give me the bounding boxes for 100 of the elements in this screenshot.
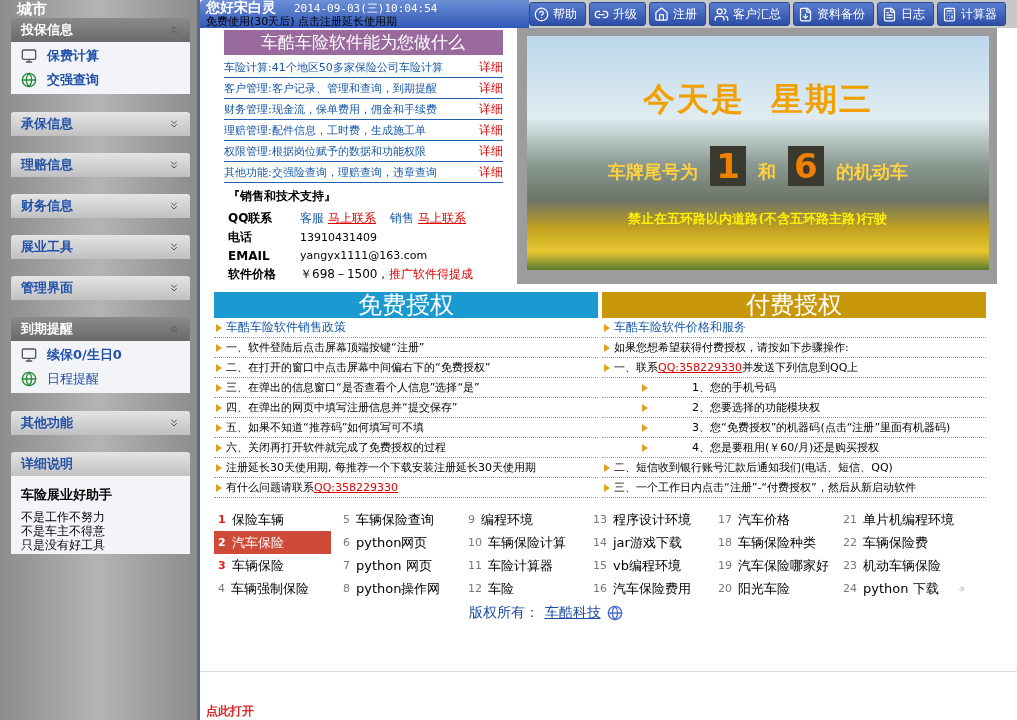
open-link[interactable]: 点此打开 [206, 703, 254, 720]
keyword-link[interactable]: 14 jar游戏下载 [589, 531, 714, 554]
keyword-link[interactable]: 18 车辆保险种类 [714, 531, 839, 554]
sidebar-link[interactable]: 保费计算 [21, 46, 182, 66]
support-value: 13910431409 [300, 230, 377, 244]
feature-link[interactable]: 理赔管理:配件信息，工时费，生成施工单 [224, 121, 426, 140]
keyword-link[interactable]: 20 阳光车险 [714, 577, 839, 600]
group-header[interactable]: 财务信息 [11, 194, 190, 218]
keyword-link[interactable]: 21 单片机编程环境 [839, 508, 964, 531]
toolbar-button[interactable]: 资料备份 [793, 2, 874, 26]
keyword-link[interactable]: 7 python 网页 [339, 554, 464, 577]
users-icon [714, 6, 729, 22]
keyword-link[interactable]: 9 编程环境 [464, 508, 589, 531]
group-header[interactable]: 展业工具 [11, 235, 190, 259]
feature-link[interactable]: 车险计算:41个地区50多家保险公司车险计算 [224, 58, 443, 77]
bullet-icon [604, 343, 610, 352]
details-link[interactable]: 详细 [478, 142, 503, 161]
collapse-icon [168, 24, 180, 36]
keyword-link[interactable]: 23 机动车辆保险 [839, 554, 964, 577]
keyword-link[interactable]: 2 汽车保险 [214, 531, 331, 554]
step-text: 一、软件登陆后点击屏幕顶端按键“注册” [226, 340, 425, 355]
step-text: 三、在弹出的信息窗口“是否查看个人信息”选择“是” [226, 380, 480, 395]
keyword-link[interactable]: 19 汽车保险哪家好 [714, 554, 839, 577]
expand-icon [168, 241, 180, 253]
globe-icon [21, 371, 37, 387]
plate-digit: 1 [710, 146, 746, 186]
toolbar-button[interactable]: 帮助 [529, 2, 586, 26]
keyword-link[interactable]: 24 python 下载 [839, 577, 964, 600]
keyword-link[interactable]: 13 程序设计环境 [589, 508, 714, 531]
policy-link[interactable]: 车酷车险软件销售政策 [226, 319, 346, 336]
banner-text: 的机动车 [835, 160, 908, 184]
banner-text: 车牌尾号为 [608, 160, 699, 184]
home-icon [654, 6, 669, 22]
keyword-link[interactable]: 17 汽车价格 [714, 508, 839, 531]
qq-link[interactable]: QQ:358229330 [658, 361, 742, 374]
details-link[interactable]: 详细 [478, 79, 503, 98]
group-header[interactable]: 详细说明 [11, 452, 190, 476]
price-note: 推广软件得提成 [389, 266, 474, 284]
notes-line: 不是车主不得意 [21, 526, 106, 536]
trial-notice: 免费使用(30天后) 点击注册延长使用期 [206, 16, 399, 28]
keyword-link[interactable]: 5 车辆保险查询 [339, 508, 464, 531]
toolbar-button[interactable]: 日志 [877, 2, 934, 26]
toolbar-button[interactable]: 客户汇总 [709, 2, 790, 26]
keyword-link[interactable]: 6 python网页 [339, 531, 464, 554]
notes-heading: 车险展业好助手 [21, 486, 113, 504]
expand-icon [168, 282, 180, 294]
support-label: QQ联系 [228, 209, 274, 227]
bullet-icon [216, 343, 222, 352]
keyword-link[interactable]: 12 车险 [464, 577, 589, 600]
feature-link[interactable]: 其他功能:交强险查询，理赔查询，违章查询 [224, 163, 437, 182]
bullet-icon [216, 443, 222, 452]
expand-icon [168, 159, 180, 171]
keyword-link[interactable]: 8 python操作网 [339, 577, 464, 600]
bullet-icon [604, 463, 610, 472]
keyword-link[interactable]: 16 汽车保险费用 [589, 577, 714, 600]
details-link[interactable]: 详细 [478, 121, 503, 140]
group-header[interactable]: 到期提醒 [11, 317, 190, 341]
keyword-link[interactable]: 10 车辆保险计算 [464, 531, 589, 554]
policy-link[interactable]: 车酷车险软件价格和服务 [614, 319, 746, 336]
contact-name-link[interactable]: 销售 [390, 209, 414, 227]
group-header[interactable]: 理赔信息 [11, 153, 190, 177]
step-text: 六、关闭再打开软件就完成了免费授权的过程 [226, 440, 446, 455]
group-header[interactable]: 管理界面 [11, 276, 190, 300]
toolbar-button[interactable]: 计算器 [937, 2, 1006, 26]
banner-text: 和 [757, 160, 776, 184]
contact-link[interactable]: 马上联系 [418, 209, 466, 227]
keyword-link[interactable]: 11 车险计算器 [464, 554, 589, 577]
keyword-link[interactable]: 1 保险车辆 [214, 508, 339, 531]
step-text: 一、联系 [614, 360, 658, 375]
sidebar-link[interactable]: 日程提醒 [21, 369, 182, 389]
group-header[interactable]: 投保信息 [11, 18, 190, 42]
sidebar-link[interactable]: 交强查询 [21, 70, 182, 90]
qq-link[interactable]: QQ:358229330 [314, 481, 398, 494]
feature-link[interactable]: 权限管理:根据岗位赋予的数据和功能权限 [224, 142, 426, 161]
section-title: 免费授权 [214, 292, 598, 318]
support-value: yangyx1111@163.com [300, 249, 428, 263]
details-link[interactable]: 详细 [478, 163, 503, 182]
keyword-link[interactable]: 4 车辆强制保险 [214, 577, 339, 600]
backup-icon [798, 6, 813, 22]
keyword-link[interactable]: 15 vb编程环境 [589, 554, 714, 577]
support-title: 『销售和技术支持』 [228, 188, 337, 205]
toolbar-button[interactable]: 注册 [649, 2, 706, 26]
step-text: 有什么问题请联系 [226, 480, 314, 495]
bullet-icon [216, 323, 222, 332]
sidebar-link[interactable]: 续保0/生日0 [21, 345, 182, 365]
details-link[interactable]: 详细 [478, 100, 503, 119]
bullet-icon [216, 383, 222, 392]
keyword-link[interactable]: 3 车辆保险 [214, 554, 339, 577]
toolbar-button[interactable]: 升级 [589, 2, 646, 26]
details-link[interactable]: 详细 [478, 58, 503, 77]
contact-name-link[interactable]: 客服 [300, 209, 324, 227]
company-link[interactable]: 车酷科技 [544, 604, 601, 622]
feature-link[interactable]: 客户管理:客户记录、管理和查询，到期提醒 [224, 79, 437, 98]
contact-link[interactable]: 马上联系 [328, 209, 376, 227]
feature-link[interactable]: 财务管理:现金流，保单费用，佣金和手续费 [224, 100, 437, 119]
group-header[interactable]: 其他功能 [11, 411, 190, 435]
sidebar-title: 城市 [17, 0, 48, 18]
expand-icon [168, 200, 180, 212]
group-header[interactable]: 承保信息 [11, 112, 190, 136]
keyword-link[interactable]: 22 车辆保险费 [839, 531, 964, 554]
